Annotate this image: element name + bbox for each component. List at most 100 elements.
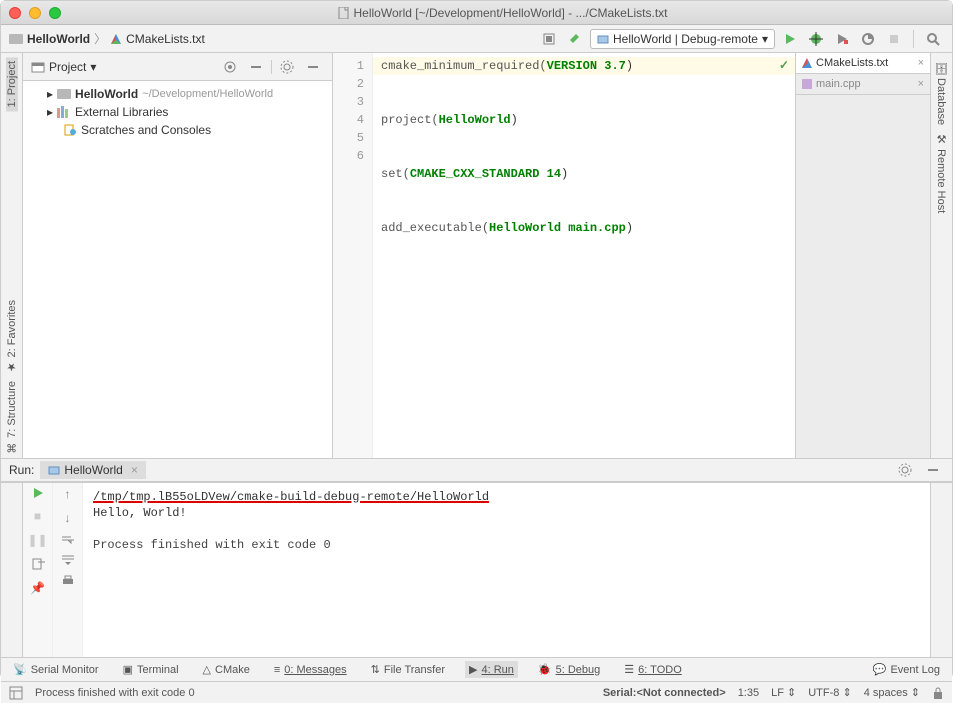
chevron-down-icon[interactable]: ▾	[90, 60, 96, 74]
rerun-button[interactable]	[32, 487, 44, 499]
project-icon	[31, 60, 45, 74]
database-tool-button[interactable]: 🗄 Database	[935, 57, 948, 129]
cpp-icon	[802, 79, 812, 89]
breadcrumb-file[interactable]: CMakeLists.txt	[126, 32, 205, 46]
window-controls	[9, 7, 61, 19]
search-button[interactable]	[922, 28, 944, 50]
left-tool-rail: 1: Project ★ 2: Favorites ⌘ 7: Structure	[1, 53, 23, 458]
right-tool-rail: 🗄 Database ⚒ Remote Host	[930, 53, 952, 458]
file-transfer-tab[interactable]: ⇅File Transfer	[367, 661, 449, 678]
debug-tab[interactable]: 🐞5: Debug	[534, 661, 604, 678]
project-panel-header: Project ▾	[23, 53, 332, 81]
maximize-window-button[interactable]	[49, 7, 61, 19]
tool-windows-icon[interactable]	[9, 686, 23, 700]
app-icon	[48, 464, 60, 476]
line-gutter: 1 2 3 4 5 6	[333, 53, 373, 458]
debug-button[interactable]	[805, 28, 827, 50]
hide-panel-icon[interactable]	[922, 459, 944, 481]
soft-wrap-icon[interactable]	[61, 535, 75, 545]
pin-button[interactable]: 📌	[30, 581, 45, 595]
favorites-tool-button[interactable]: ★ 2: Favorites	[5, 296, 18, 378]
pause-button[interactable]: ❚❚	[27, 533, 47, 547]
folder-icon	[9, 34, 23, 44]
editor-area: 1 2 3 4 5 6 cmake_minimum_required(VERSI…	[333, 53, 930, 458]
run-tab[interactable]: HelloWorld ×	[40, 461, 145, 479]
window-titlebar: HelloWorld [~/Development/HelloWorld] - …	[1, 1, 952, 25]
run-label: Run:	[9, 463, 34, 477]
close-tab-icon[interactable]: ×	[131, 463, 138, 477]
project-tree: ▸ HelloWorld ~/Development/HelloWorld ▸ …	[23, 81, 332, 143]
right-rail-continuation	[930, 483, 952, 657]
project-tool-button[interactable]: 1: Project	[6, 57, 18, 111]
bottom-tool-tabs: 📡Serial Monitor ▣Terminal △CMake ≡0: Mes…	[1, 657, 952, 681]
file-icon	[338, 7, 350, 19]
profile-button[interactable]	[857, 28, 879, 50]
cursor-position[interactable]: 1:35	[738, 687, 759, 699]
expand-arrow-icon: ▸	[47, 87, 53, 101]
navigation-bar: HelloWorld 〉 CMakeLists.txt HelloWorld |…	[1, 25, 952, 53]
left-rail-continuation	[1, 483, 23, 657]
status-message: Process finished with exit code 0	[35, 687, 195, 699]
tree-external-libs[interactable]: ▸ External Libraries	[23, 103, 332, 121]
run-panel-header: Run: HelloWorld ×	[1, 458, 952, 482]
gear-icon[interactable]	[894, 459, 916, 481]
serial-status[interactable]: Serial:<Not connected>	[603, 687, 726, 699]
close-tab-icon[interactable]: ×	[918, 57, 924, 69]
minimize-window-button[interactable]	[29, 7, 41, 19]
event-log-tab[interactable]: 💬Event Log	[869, 661, 944, 678]
messages-tab[interactable]: ≡0: Messages	[270, 662, 351, 678]
code-editor[interactable]: 1 2 3 4 5 6 cmake_minimum_required(VERSI…	[333, 53, 795, 458]
run-controls: ■ ❚❚ 📌	[23, 483, 53, 657]
terminal-tab[interactable]: ▣Terminal	[119, 661, 183, 678]
coverage-button[interactable]	[831, 28, 853, 50]
run-tab[interactable]: ▶4: Run	[465, 661, 518, 678]
indent-selector[interactable]: 4 spaces ⇕	[864, 686, 920, 699]
structure-tool-button[interactable]: ⌘ 7: Structure	[5, 377, 18, 458]
panel-title: Project	[49, 60, 86, 74]
build-icon[interactable]	[538, 28, 560, 50]
scratches-icon	[63, 124, 77, 136]
scroll-end-icon[interactable]	[61, 555, 75, 565]
lock-icon[interactable]	[932, 687, 944, 699]
breadcrumb-separator: 〉	[94, 30, 106, 47]
tree-scratches[interactable]: Scratches and Consoles	[23, 121, 332, 139]
line-ending-selector[interactable]: LF ⇕	[771, 686, 796, 699]
exit-button[interactable]	[31, 557, 45, 571]
run-output[interactable]: /tmp/tmp.lB55oLDVew/cmake-build-debug-re…	[83, 483, 930, 657]
collapse-all-icon[interactable]	[245, 56, 267, 78]
stop-button[interactable]	[883, 28, 905, 50]
window-title: HelloWorld [~/Development/HelloWorld] - …	[61, 6, 944, 20]
project-panel: Project ▾ ▸ HelloWorld ~/Development/Hel…	[23, 53, 333, 458]
output-exit: Process finished with exit code 0	[93, 537, 920, 553]
select-opened-icon[interactable]	[219, 56, 241, 78]
run-panel: ■ ❚❚ 📌 ↑ ↓ /tmp/tmp.lB55oLDVew/cmake-bui…	[1, 482, 952, 657]
editor-file-tabs: CMakeLists.txt × main.cpp ×	[795, 53, 930, 458]
down-arrow-icon[interactable]: ↓	[65, 511, 71, 525]
file-tab-maincpp[interactable]: main.cpp ×	[796, 74, 930, 95]
close-tab-icon[interactable]: ×	[918, 78, 924, 90]
serial-monitor-tab[interactable]: 📡Serial Monitor	[9, 661, 103, 678]
gear-icon[interactable]	[276, 56, 298, 78]
hide-panel-icon[interactable]	[302, 56, 324, 78]
cmake-tab[interactable]: △CMake	[199, 661, 254, 678]
expand-arrow-icon: ▸	[47, 105, 53, 119]
output-hello: Hello, World!	[93, 505, 920, 521]
stop-button[interactable]: ■	[34, 509, 41, 523]
file-tab-cmakelists[interactable]: CMakeLists.txt ×	[796, 53, 930, 74]
close-window-button[interactable]	[9, 7, 21, 19]
encoding-selector[interactable]: UTF-8 ⇕	[808, 686, 851, 699]
output-path: /tmp/tmp.lB55oLDVew/cmake-build-debug-re…	[93, 489, 920, 505]
up-arrow-icon[interactable]: ↑	[65, 487, 71, 501]
ok-indicator-icon: ✓	[779, 57, 789, 75]
tree-root[interactable]: ▸ HelloWorld ~/Development/HelloWorld	[23, 85, 332, 103]
breadcrumb-project[interactable]: HelloWorld	[27, 32, 90, 46]
print-icon[interactable]	[61, 575, 75, 587]
todo-tab[interactable]: ☰6: TODO	[620, 661, 685, 678]
run-configuration-selector[interactable]: HelloWorld | Debug-remote ▾	[590, 29, 775, 49]
code-content[interactable]: cmake_minimum_required(VERSION 3.7) proj…	[373, 53, 795, 458]
hammer-icon[interactable]	[564, 28, 586, 50]
run-button[interactable]	[779, 28, 801, 50]
separator	[913, 30, 914, 48]
remote-host-tool-button[interactable]: ⚒ Remote Host	[935, 129, 948, 217]
run-navigation: ↑ ↓	[53, 483, 83, 657]
